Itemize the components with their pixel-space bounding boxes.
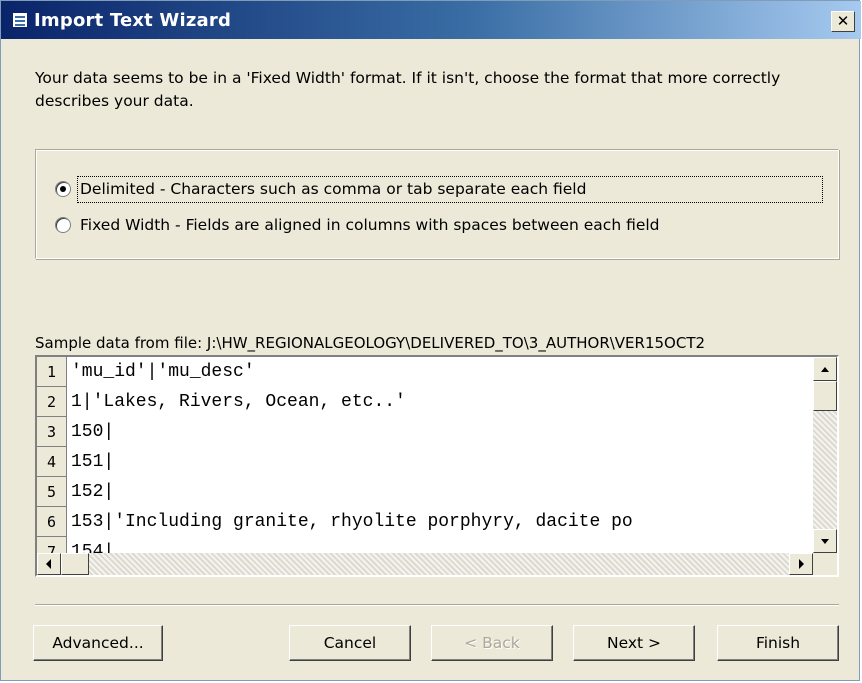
radio-label-fixed-width: Fixed Width - Fields are aligned in colu… [80, 216, 660, 234]
row-text: 152| [71, 482, 115, 502]
preview-row: 6 153|'Including granite, rhyolite porph… [37, 507, 813, 537]
row-number: 1 [37, 357, 67, 387]
cancel-button[interactable]: Cancel [289, 625, 411, 661]
radio-option-fixed-width[interactable]: Fixed Width - Fields are aligned in colu… [55, 212, 660, 238]
scroll-down-button[interactable] [813, 529, 837, 553]
vertical-scrollbar[interactable] [813, 357, 837, 553]
preview-row: 3 150| [37, 417, 813, 447]
arrow-right-icon [799, 559, 804, 569]
intro-text: Your data seems to be in a 'Fixed Width'… [35, 69, 781, 110]
radio-option-delimited[interactable]: Delimited - Characters such as comma or … [55, 176, 586, 202]
row-text: 151| [71, 452, 115, 472]
scrollbar-corner [813, 553, 837, 575]
advanced-button[interactable]: Advanced... [33, 625, 163, 661]
arrow-up-icon [821, 367, 829, 372]
horizontal-scroll-thumb[interactable] [61, 553, 89, 575]
format-group [35, 149, 839, 259]
scroll-left-button[interactable] [37, 553, 61, 575]
table-window-icon [12, 12, 28, 28]
row-number: 3 [37, 417, 67, 447]
row-text: 150| [71, 422, 115, 442]
sample-data-preview[interactable]: 1 'mu_id'|'mu_desc' 2 1|'Lakes, Rivers, … [35, 355, 839, 577]
radio-button-fixed-width[interactable] [55, 217, 71, 233]
arrow-down-icon [821, 539, 829, 544]
window-title: Import Text Wizard [34, 10, 232, 31]
preview-row: 5 152| [37, 477, 813, 507]
radio-button-delimited[interactable] [55, 181, 71, 197]
row-text: 154| [71, 542, 115, 553]
separator-line [35, 604, 839, 606]
import-text-wizard-window: Import Text Wizard ✕ Your data seems to … [0, 0, 861, 681]
close-button[interactable]: ✕ [831, 11, 855, 32]
row-number: 4 [37, 447, 67, 477]
back-button[interactable]: < Back [431, 625, 553, 661]
row-number: 5 [37, 477, 67, 507]
sample-data-label: Sample data from file: J:\HW_REGIONALGEO… [35, 334, 706, 352]
title-bar[interactable]: Import Text Wizard ✕ [1, 1, 861, 39]
row-number: 2 [37, 387, 67, 417]
row-number: 6 [37, 507, 67, 537]
horizontal-scrollbar[interactable] [37, 553, 813, 575]
next-button[interactable]: Next > [573, 625, 695, 661]
sample-rows: 1 'mu_id'|'mu_desc' 2 1|'Lakes, Rivers, … [37, 357, 813, 553]
arrow-left-icon [46, 559, 51, 569]
radio-label-delimited: Delimited - Characters such as comma or … [80, 180, 587, 198]
finish-button[interactable]: Finish [717, 625, 839, 661]
row-number: 7 [37, 537, 67, 553]
preview-row: 4 151| [37, 447, 813, 477]
row-text: 'mu_id'|'mu_desc' [71, 362, 255, 382]
scroll-right-button[interactable] [789, 553, 813, 575]
preview-row: 1 'mu_id'|'mu_desc' [37, 357, 813, 387]
preview-row: 7 154| [37, 537, 813, 553]
row-text: 1|'Lakes, Rivers, Ocean, etc..' [71, 392, 406, 412]
row-text: 153|'Including granite, rhyolite porphyr… [71, 512, 633, 532]
preview-row: 2 1|'Lakes, Rivers, Ocean, etc..' [37, 387, 813, 417]
scroll-up-button[interactable] [813, 357, 837, 381]
close-icon: ✕ [836, 12, 850, 30]
vertical-scroll-thumb[interactable] [813, 381, 837, 411]
